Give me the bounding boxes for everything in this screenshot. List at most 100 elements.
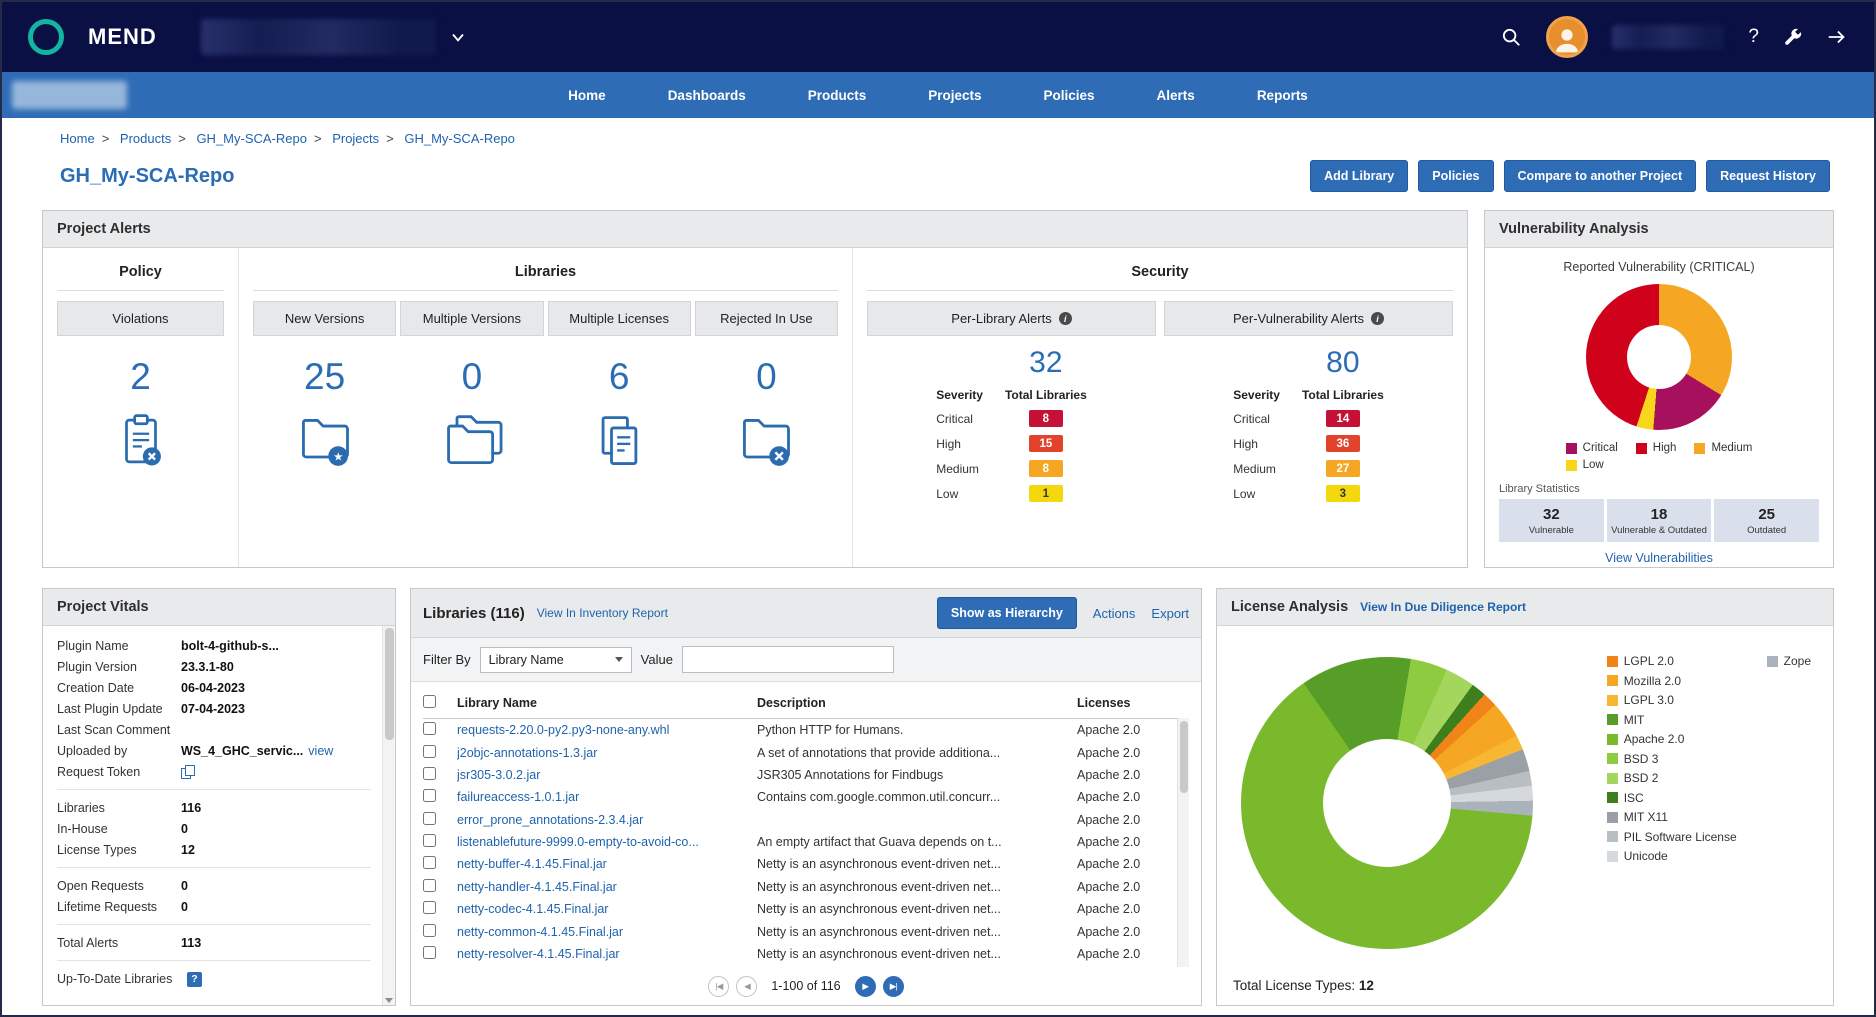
- uploaded-by-view-link[interactable]: view: [308, 744, 333, 758]
- new-versions-count[interactable]: 25: [253, 336, 396, 412]
- vitals-scrollbar[interactable]: [382, 626, 395, 1005]
- severity-count-badge[interactable]: 3: [1326, 485, 1360, 502]
- breadcrumb-link[interactable]: GH_My-SCA-Repo: [196, 131, 307, 146]
- library-name-link[interactable]: requests-2.20.0-py2.py3-none-any.whl: [457, 723, 757, 737]
- scrollbar-thumb[interactable]: [385, 628, 394, 740]
- actions-button[interactable]: Actions: [1093, 606, 1136, 621]
- breadcrumb-link[interactable]: Home: [60, 131, 95, 146]
- breadcrumb-link[interactable]: Projects: [332, 131, 379, 146]
- question-badge-icon[interactable]: ?: [187, 972, 202, 987]
- copy-icon[interactable]: [181, 765, 194, 779]
- tab-per-vulnerability-alerts[interactable]: Per-Vulnerability Alerts i: [1164, 301, 1453, 336]
- severity-count-badge[interactable]: 14: [1326, 410, 1360, 427]
- page-action-button[interactable]: Request History: [1706, 160, 1830, 192]
- row-checkbox[interactable]: [423, 722, 436, 735]
- tab-per-library-alerts[interactable]: Per-Library Alerts i: [867, 301, 1156, 336]
- info-icon[interactable]: i: [1059, 312, 1072, 325]
- brand-name[interactable]: MEND: [88, 24, 157, 50]
- row-checkbox[interactable]: [423, 812, 436, 825]
- help-icon[interactable]: ?: [1748, 26, 1759, 48]
- last-page-button[interactable]: ▶|: [883, 976, 904, 997]
- export-button[interactable]: Export: [1151, 606, 1189, 621]
- vitals-value: 116: [181, 801, 201, 815]
- row-checkbox[interactable]: [423, 834, 436, 847]
- library-name-link[interactable]: error_prone_annotations-2.3.4.jar: [457, 813, 757, 827]
- row-checkbox[interactable]: [423, 924, 436, 937]
- row-checkbox[interactable]: [423, 901, 436, 914]
- info-icon[interactable]: i: [1371, 312, 1384, 325]
- row-checkbox[interactable]: [423, 879, 436, 892]
- org-selector[interactable]: [201, 19, 468, 55]
- scrollbar-thumb[interactable]: [1180, 721, 1188, 793]
- tab-rejected-in-use[interactable]: Rejected In Use: [695, 301, 838, 336]
- library-stat-box[interactable]: 32 Vulnerable: [1499, 499, 1604, 542]
- row-checkbox[interactable]: [423, 789, 436, 802]
- chevron-down-icon[interactable]: [448, 27, 468, 47]
- filter-field-select[interactable]: Library Name: [480, 647, 632, 673]
- library-name-link[interactable]: netty-handler-4.1.45.Final.jar: [457, 880, 757, 894]
- multiple-versions-count[interactable]: 0: [400, 336, 543, 412]
- tab-new-versions[interactable]: New Versions: [253, 301, 396, 336]
- user-avatar[interactable]: [1546, 16, 1588, 58]
- rejected-in-use-count[interactable]: 0: [695, 336, 838, 412]
- view-inventory-report-link[interactable]: View In Inventory Report: [537, 606, 668, 620]
- library-stat-box[interactable]: 25 Outdated: [1714, 499, 1819, 542]
- library-name-link[interactable]: failureaccess-1.0.1.jar: [457, 790, 757, 804]
- per-library-total[interactable]: 32: [1005, 338, 1087, 380]
- title-bar: GH_My-SCA-Repo Add Library Policies Comp…: [2, 148, 1874, 202]
- policy-group-title: Policy: [57, 256, 224, 291]
- vulnerability-analysis-title: Vulnerability Analysis: [1499, 221, 1649, 237]
- nav-item[interactable]: Products: [777, 74, 898, 117]
- library-name-link[interactable]: netty-resolver-4.1.45.Final.jar: [457, 947, 757, 961]
- filter-value-input[interactable]: [682, 646, 894, 673]
- multiple-licenses-count[interactable]: 6: [548, 336, 691, 412]
- severity-count-badge[interactable]: 8: [1029, 460, 1063, 477]
- per-vulnerability-total[interactable]: 80: [1302, 338, 1384, 380]
- severity-count-badge[interactable]: 15: [1029, 435, 1063, 452]
- library-name-link[interactable]: listenablefuture-9999.0-empty-to-avoid-c…: [457, 835, 757, 849]
- nav-item[interactable]: Reports: [1226, 74, 1339, 117]
- severity-count-badge[interactable]: 36: [1326, 435, 1360, 452]
- first-page-button[interactable]: |◀: [708, 976, 729, 997]
- nav-item[interactable]: Alerts: [1126, 74, 1226, 117]
- breadcrumb-link[interactable]: GH_My-SCA-Repo: [404, 131, 515, 146]
- vitals-value: 12: [181, 843, 195, 857]
- next-page-button[interactable]: ▶: [855, 976, 876, 997]
- scroll-down-button[interactable]: [383, 998, 395, 1003]
- tab-violations[interactable]: Violations: [57, 301, 224, 336]
- row-checkbox[interactable]: [423, 767, 436, 780]
- page-action-button[interactable]: Policies: [1418, 160, 1493, 192]
- nav-item[interactable]: Home: [537, 74, 637, 117]
- nav-item[interactable]: Projects: [897, 74, 1012, 117]
- tab-multiple-versions[interactable]: Multiple Versions: [400, 301, 543, 336]
- row-checkbox[interactable]: [423, 856, 436, 869]
- library-stat-box[interactable]: 18 Vulnerable & Outdated: [1607, 499, 1712, 542]
- wrench-icon[interactable]: [1783, 28, 1802, 47]
- legend-item: Apache 2.0: [1607, 732, 1737, 746]
- row-checkbox[interactable]: [423, 745, 436, 758]
- view-due-diligence-report-link[interactable]: View In Due Diligence Report: [1360, 600, 1526, 614]
- previous-page-button[interactable]: ◀: [736, 976, 757, 997]
- library-name-link[interactable]: j2objc-annotations-1.3.jar: [457, 746, 757, 760]
- severity-count-badge[interactable]: 1: [1029, 485, 1063, 502]
- tab-multiple-licenses[interactable]: Multiple Licenses: [548, 301, 691, 336]
- select-all-checkbox[interactable]: [423, 695, 436, 708]
- table-scrollbar[interactable]: [1177, 718, 1189, 967]
- row-checkbox[interactable]: [423, 946, 436, 959]
- nav-item[interactable]: Dashboards: [637, 74, 777, 117]
- nav-item[interactable]: Policies: [1013, 74, 1126, 117]
- library-name-link[interactable]: netty-common-4.1.45.Final.jar: [457, 925, 757, 939]
- library-name-link[interactable]: netty-buffer-4.1.45.Final.jar: [457, 857, 757, 871]
- violations-count[interactable]: 2: [57, 336, 224, 412]
- logout-arrow-icon[interactable]: [1826, 26, 1848, 48]
- show-as-hierarchy-button[interactable]: Show as Hierarchy: [937, 597, 1077, 629]
- page-action-button[interactable]: Add Library: [1310, 160, 1408, 192]
- library-name-link[interactable]: netty-codec-4.1.45.Final.jar: [457, 902, 757, 916]
- severity-count-badge[interactable]: 8: [1029, 410, 1063, 427]
- library-name-link[interactable]: jsr305-3.0.2.jar: [457, 768, 757, 782]
- severity-count-badge[interactable]: 27: [1326, 460, 1360, 477]
- view-vulnerabilities-link[interactable]: View Vulnerabilities: [1499, 542, 1819, 567]
- search-icon[interactable]: [1500, 26, 1522, 48]
- page-action-button[interactable]: Compare to another Project: [1504, 160, 1697, 192]
- breadcrumb-link[interactable]: Products: [120, 131, 171, 146]
